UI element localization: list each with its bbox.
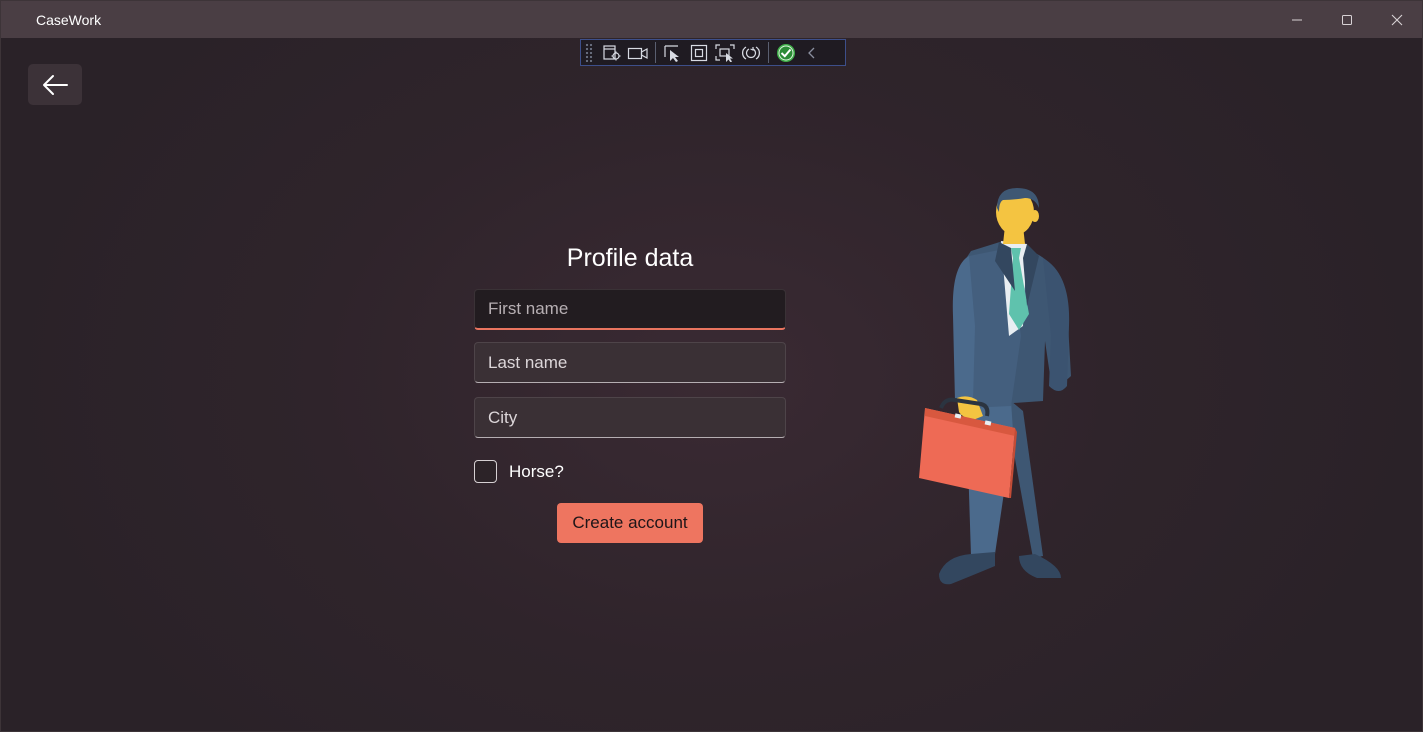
maximize-button[interactable] <box>1322 1 1372 38</box>
display-layout-adorners-button[interactable] <box>686 40 712 65</box>
binding-status-icon <box>777 43 795 62</box>
track-focus-icon <box>715 43 735 62</box>
horse-checkbox-row[interactable]: Horse? <box>474 459 564 484</box>
title-bar[interactable]: CaseWork <box>1 1 1422 38</box>
collapse-chevron-icon <box>808 47 815 58</box>
horse-checkbox-label: Horse? <box>509 461 564 481</box>
first-name-input[interactable] <box>474 289 786 330</box>
businessman-with-briefcase-illustration <box>919 188 1071 585</box>
record-button[interactable] <box>625 40 651 65</box>
toolbar-separator <box>655 42 656 63</box>
toolbar-grip-icon[interactable] <box>585 43 593 62</box>
back-button[interactable] <box>28 64 82 105</box>
minimize-icon <box>1292 19 1302 20</box>
select-element-icon <box>664 44 679 62</box>
hot-reload-button[interactable] <box>738 40 764 65</box>
page-title: Profile data <box>566 244 694 272</box>
toolbar-separator <box>768 42 769 63</box>
city-input[interactable] <box>474 397 786 438</box>
track-focus-button[interactable] <box>712 40 738 65</box>
display-layout-adorners-icon <box>690 44 708 61</box>
hot-reload-icon <box>742 45 760 60</box>
app-window: CaseWork Profile data First name Last na… <box>0 0 1423 732</box>
last-name-input[interactable] <box>474 342 786 383</box>
close-button[interactable] <box>1372 1 1422 38</box>
back-arrow-icon <box>43 74 68 95</box>
horse-checkbox[interactable] <box>474 460 497 483</box>
xaml-debug-toolbar <box>580 39 846 66</box>
select-element-button[interactable] <box>660 40 686 65</box>
window-controls <box>1272 1 1422 38</box>
minimize-button[interactable] <box>1272 1 1322 38</box>
collapse-toolbar-button[interactable] <box>799 40 825 65</box>
maximize-icon <box>1342 14 1352 25</box>
live-visual-tree-icon <box>603 44 621 60</box>
close-icon <box>1391 14 1403 25</box>
app-title: CaseWork <box>36 11 102 28</box>
live-visual-tree-button[interactable] <box>599 40 625 65</box>
create-account-button[interactable]: Create account <box>557 503 703 543</box>
record-icon <box>627 47 648 59</box>
binding-status-button[interactable] <box>773 40 799 65</box>
